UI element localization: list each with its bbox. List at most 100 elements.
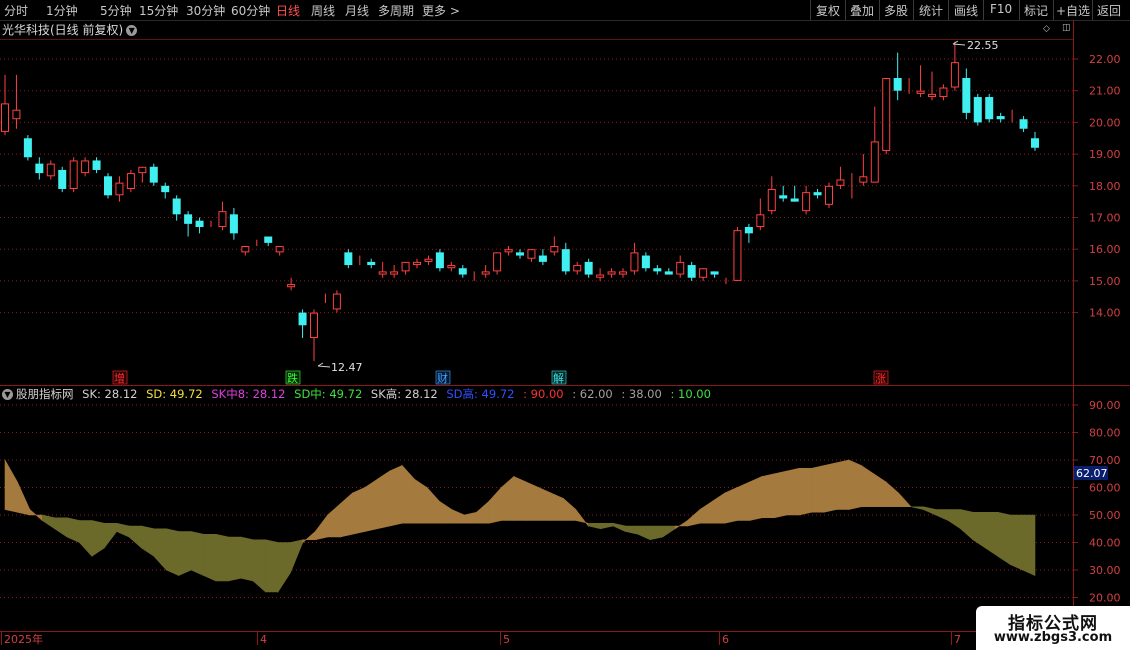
candle-body-down (172, 198, 181, 215)
price-axis-label: 16.00 (1089, 243, 1121, 256)
chevron-down-icon[interactable]: ▼ (2, 389, 13, 400)
candle-body-up (859, 176, 868, 183)
indicator-band-segment (389, 465, 403, 527)
indicator-axis-label: 70.00 (1089, 454, 1121, 467)
indicator-axis-label: 40.00 (1089, 537, 1121, 550)
candle-body-down (264, 236, 273, 243)
candle-body-down (973, 97, 982, 123)
event-tag-finance: 财 (437, 371, 448, 385)
candle-body-up (596, 274, 605, 278)
indicator-band-segment (724, 487, 738, 524)
candle-body-up (481, 271, 490, 275)
indicator-axis: 90.00 80.00 70.00 60.00 50.00 40.00 30.00 20.00 (1089, 399, 1121, 605)
indicator-band-segment (699, 500, 713, 524)
indicator-band-segment (103, 522, 117, 549)
candle-body-down (104, 176, 112, 196)
candle-body-down (344, 252, 353, 266)
candle-body-down (710, 271, 719, 275)
candle-body-down (985, 97, 994, 120)
indicator-band-segment (54, 517, 68, 538)
indicator-band-segment (910, 506, 924, 510)
indicator-band-segment (128, 525, 142, 549)
candle-body-up (413, 261, 421, 266)
candle-body-down (516, 252, 524, 256)
candle-body-up (882, 78, 891, 151)
candle-body-down (641, 255, 650, 269)
candle-body-up (378, 271, 387, 275)
indicator-band-segment (376, 470, 390, 530)
candle-body-down (664, 271, 673, 275)
indicator-band-segment (774, 470, 788, 519)
indicator-axis-label: 20.00 (1089, 592, 1121, 605)
indicator-band-segment (401, 464, 415, 524)
candle-body-up (401, 261, 410, 272)
indicator-axis-label: 80.00 (1089, 427, 1121, 440)
legend-sk-mid: SK中8: 28.12 (211, 387, 286, 401)
indicator-band-segment (848, 459, 862, 510)
indicator-band-segment (166, 528, 180, 576)
indicator-band-segment (451, 509, 465, 524)
candle-body-down (161, 185, 170, 193)
price-axis-label: 14.00 (1089, 307, 1121, 320)
indicator-band-segment (290, 539, 304, 573)
kline-chart[interactable]: 22.00 21.00 20.00 19.00 18.00 17.00 16.00 15.00… (0, 0, 1130, 650)
candle-body-down (35, 163, 44, 174)
candle-body-down (435, 252, 444, 269)
indicator-band-segment (860, 464, 874, 508)
indicator-band-segment (786, 467, 800, 516)
indicator-band-segment (66, 517, 80, 543)
indicator-band-segment (885, 481, 899, 508)
indicator-axis-label: 50.00 (1089, 509, 1121, 522)
watermark-url: www.zbgs3.com (993, 630, 1113, 645)
indicator-band-segment (141, 525, 155, 557)
candle-body-up (424, 258, 433, 262)
indicator-band-segment (736, 481, 750, 521)
indicator-band-segment (935, 509, 949, 521)
candle-body-down (23, 138, 32, 158)
indicator-axis-label: 60.00 (1089, 482, 1121, 495)
candle-body-up (12, 109, 21, 120)
indicator-band-segment (749, 476, 763, 521)
date-axis: 2025年 4 5 6 7 (1, 631, 961, 646)
indicator-band-segment (575, 508, 589, 527)
candle-body-up (390, 271, 399, 275)
candle-body-up (756, 214, 765, 228)
candle-body-down (813, 192, 822, 196)
indicator-band-segment (612, 522, 626, 532)
legend-sd-high: SD高: 49.72 (446, 387, 515, 401)
price-axis-label: 20.00 (1089, 116, 1121, 129)
candle-body-up (218, 211, 227, 228)
candle-body-up (939, 87, 948, 98)
indicator-series (4, 458, 1036, 594)
candle-body-down (962, 78, 971, 113)
candle-body-up (46, 163, 55, 177)
indicator-band-segment (563, 497, 577, 521)
indicator-band-segment (1009, 514, 1023, 571)
candlestick-series (1, 41, 1039, 362)
legend-sd-mid: SD中: 49.72 (294, 387, 363, 401)
indicator-band-segment (823, 462, 837, 513)
candle-body-up (630, 252, 639, 272)
candle-body-down (779, 195, 788, 199)
candle-body-up (241, 246, 250, 253)
indicator-band-segment (364, 478, 378, 532)
price-axis-label: 15.00 (1089, 275, 1121, 288)
candle-body-up (950, 62, 959, 88)
candle-body-down (1019, 119, 1028, 129)
candle-body-up (504, 249, 513, 253)
candle-body-down (744, 227, 753, 234)
indicator-band-segment (252, 539, 266, 593)
candle-body-up (802, 192, 811, 212)
indicator-name[interactable]: 股朋指标网 (16, 387, 74, 401)
candle-body-down (687, 265, 696, 278)
legend-sd: SD: 49.72 (146, 387, 203, 401)
indicator-band-segment (687, 508, 701, 527)
candle-body-up (115, 182, 124, 196)
indicator-band-segment (215, 533, 229, 582)
indicator-band-segment (91, 520, 105, 557)
indicator-band-segment (923, 506, 937, 516)
indicator-band-segment (203, 533, 217, 582)
event-tag-add: 增 (114, 371, 125, 385)
price-axis-label: 18.00 (1089, 180, 1121, 193)
indicator-band-segment (947, 509, 961, 530)
